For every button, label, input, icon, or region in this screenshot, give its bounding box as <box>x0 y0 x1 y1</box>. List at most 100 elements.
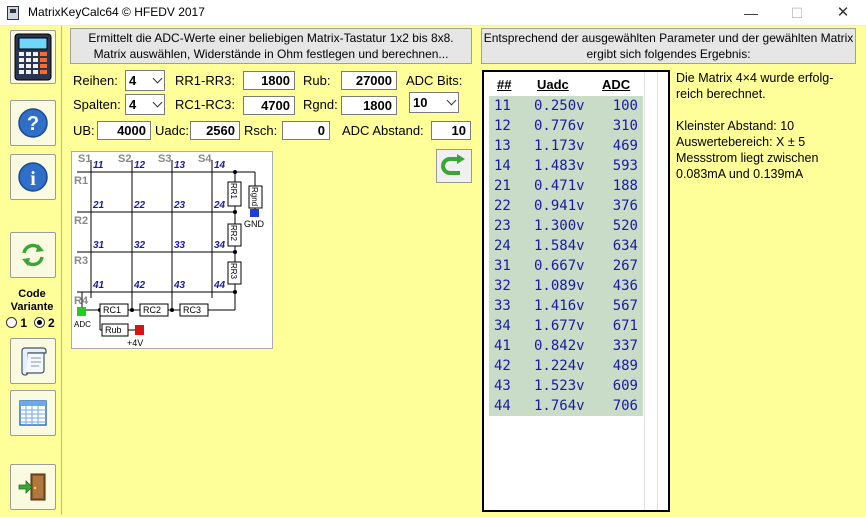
key-label: 44 <box>213 280 226 291</box>
table-cell-key: 21 <box>494 178 511 194</box>
calculator-icon <box>14 33 52 81</box>
rub-label: Rub: <box>303 73 331 88</box>
code-variant-radios: 1 2 <box>6 316 66 330</box>
variant-2-radio[interactable] <box>33 317 45 328</box>
table-cell-key: 13 <box>494 138 511 154</box>
table-cell-key: 14 <box>494 158 511 174</box>
key-label: 31 <box>93 240 105 251</box>
minimize-button[interactable]: — <box>728 0 774 26</box>
results-table[interactable]: ## Uadc ADC 11 0.250v 100 12 0.776v 310 13 1.17… <box>482 70 670 512</box>
refresh-button[interactable] <box>10 232 56 278</box>
table-cell-adc: 593 <box>612 158 638 174</box>
rr-input[interactable]: 1800 <box>243 71 295 90</box>
result-summary: Die Matrix 4×4 wurde erfolg- reich berec… <box>676 71 834 181</box>
spalten-label: Spalten: <box>73 97 121 112</box>
table-row[interactable]: 34 1.677v 671 <box>489 316 643 336</box>
key-label: 14 <box>214 160 226 171</box>
table-row[interactable]: 31 0.667v 267 <box>489 256 643 276</box>
table-cell-adc: 436 <box>612 278 638 294</box>
table-row[interactable]: 13 1.173v 469 <box>489 136 643 156</box>
table-row[interactable]: 32 1.089v 436 <box>489 276 643 296</box>
table-cell-adc: 469 <box>612 138 638 154</box>
rgnd-input[interactable]: 1800 <box>341 96 397 115</box>
chevron-down-icon <box>152 97 163 108</box>
adc-abstand-label: ADC Abstand: <box>342 123 424 138</box>
adc-bits-select[interactable]: 10 <box>409 92 459 113</box>
adc-abstand-input[interactable]: 10 <box>431 121 471 140</box>
header-key: ## <box>497 77 512 92</box>
table-row[interactable]: 33 1.416v 567 <box>489 296 643 316</box>
table-cell-uadc: 1.483v <box>534 158 585 174</box>
calculator-logo-button[interactable] <box>10 30 56 84</box>
header-uadc: Uadc <box>537 77 569 92</box>
vcc-marker <box>135 325 144 335</box>
rsch-label: Rsch: <box>244 123 278 138</box>
table-icon <box>19 400 47 426</box>
key-label: 42 <box>133 280 146 291</box>
scroll-icon <box>21 347 47 376</box>
reihen-select[interactable]: 4 <box>125 70 165 91</box>
table-row[interactable]: 43 1.523v 609 <box>489 376 643 396</box>
close-button[interactable]: ✕ <box>820 0 866 26</box>
spalten-select[interactable]: 4 <box>125 94 165 115</box>
key-label: 41 <box>92 280 105 291</box>
resistor-rc2-label: RC2 <box>143 305 161 315</box>
info-icon: i <box>18 162 48 192</box>
resistor-rgnd-label: Rgnd <box>250 187 259 206</box>
help-button[interactable]: ? <box>10 100 56 146</box>
table-cell-adc: 706 <box>612 398 638 414</box>
rsch-input[interactable]: 0 <box>282 121 330 140</box>
rub-input[interactable]: 27000 <box>341 71 397 90</box>
table-row[interactable]: 44 1.764v 706 <box>489 396 643 416</box>
table-cell-key: 11 <box>494 98 511 114</box>
resistor-rc1-label: RC1 <box>103 305 121 315</box>
uadc-label: Uadc: <box>155 123 189 138</box>
table-row[interactable]: 23 1.300v 520 <box>489 216 643 236</box>
rc-input[interactable]: 4700 <box>243 96 295 115</box>
table-row[interactable]: 14 1.483v 593 <box>489 156 643 176</box>
table-cell-adc: 634 <box>612 238 638 254</box>
table-cell-adc: 310 <box>612 118 638 134</box>
table-row[interactable]: 42 1.224v 489 <box>489 356 643 376</box>
table-button[interactable] <box>10 390 56 436</box>
variant-2-label: 2 <box>48 316 55 330</box>
key-label: 12 <box>134 160 146 171</box>
ub-label: UB: <box>73 123 95 138</box>
calculate-button[interactable] <box>436 149 472 183</box>
resistor-rc3-label: RC3 <box>183 305 201 315</box>
key-label: 22 <box>133 200 146 211</box>
table-cell-key: 43 <box>494 378 511 394</box>
table-cell-uadc: 1.224v <box>534 358 585 374</box>
table-cell-uadc: 0.941v <box>534 198 585 214</box>
ub-input[interactable]: 4000 <box>97 121 151 140</box>
table-cell-adc: 337 <box>612 338 638 354</box>
table-row[interactable]: 41 0.842v 337 <box>489 336 643 356</box>
table-cell-uadc: 0.471v <box>534 178 585 194</box>
refresh-icon <box>22 243 44 267</box>
variant-1-radio[interactable] <box>6 317 17 328</box>
table-row[interactable]: 11 0.250v 100 <box>489 96 643 116</box>
exit-button[interactable] <box>10 464 56 510</box>
table-cell-adc: 520 <box>612 218 638 234</box>
sidebar: ? i Code Variante 1 2 <box>2 26 62 515</box>
key-label: 21 <box>92 200 105 211</box>
table-row[interactable]: 21 0.471v 188 <box>489 176 643 196</box>
adc-label: ADC <box>74 320 91 329</box>
main-area: ? i Code Variante 1 2 Ermittelt die ADC-… <box>0 26 866 517</box>
window-title: MatrixKeyCalc64 © HFEDV 2017 <box>28 5 205 19</box>
exit-door-icon <box>18 473 46 501</box>
info-button[interactable]: i <box>10 154 56 200</box>
key-label: 23 <box>173 200 186 211</box>
maximize-button[interactable]: ☐ <box>774 0 820 26</box>
table-row[interactable]: 24 1.584v 634 <box>489 236 643 256</box>
table-row[interactable]: 12 0.776v 310 <box>489 116 643 136</box>
variant-1-label: 1 <box>20 316 28 330</box>
header-adc: ADC <box>602 77 631 92</box>
table-row[interactable]: 22 0.941v 376 <box>489 196 643 216</box>
scroll-document-button[interactable] <box>10 338 56 384</box>
uadc-input[interactable]: 2560 <box>190 121 240 140</box>
table-cell-key: 34 <box>494 318 511 334</box>
row-label-r4: R4 <box>74 295 89 307</box>
calculate-arrow-icon <box>441 154 465 175</box>
gnd-marker <box>250 209 259 217</box>
